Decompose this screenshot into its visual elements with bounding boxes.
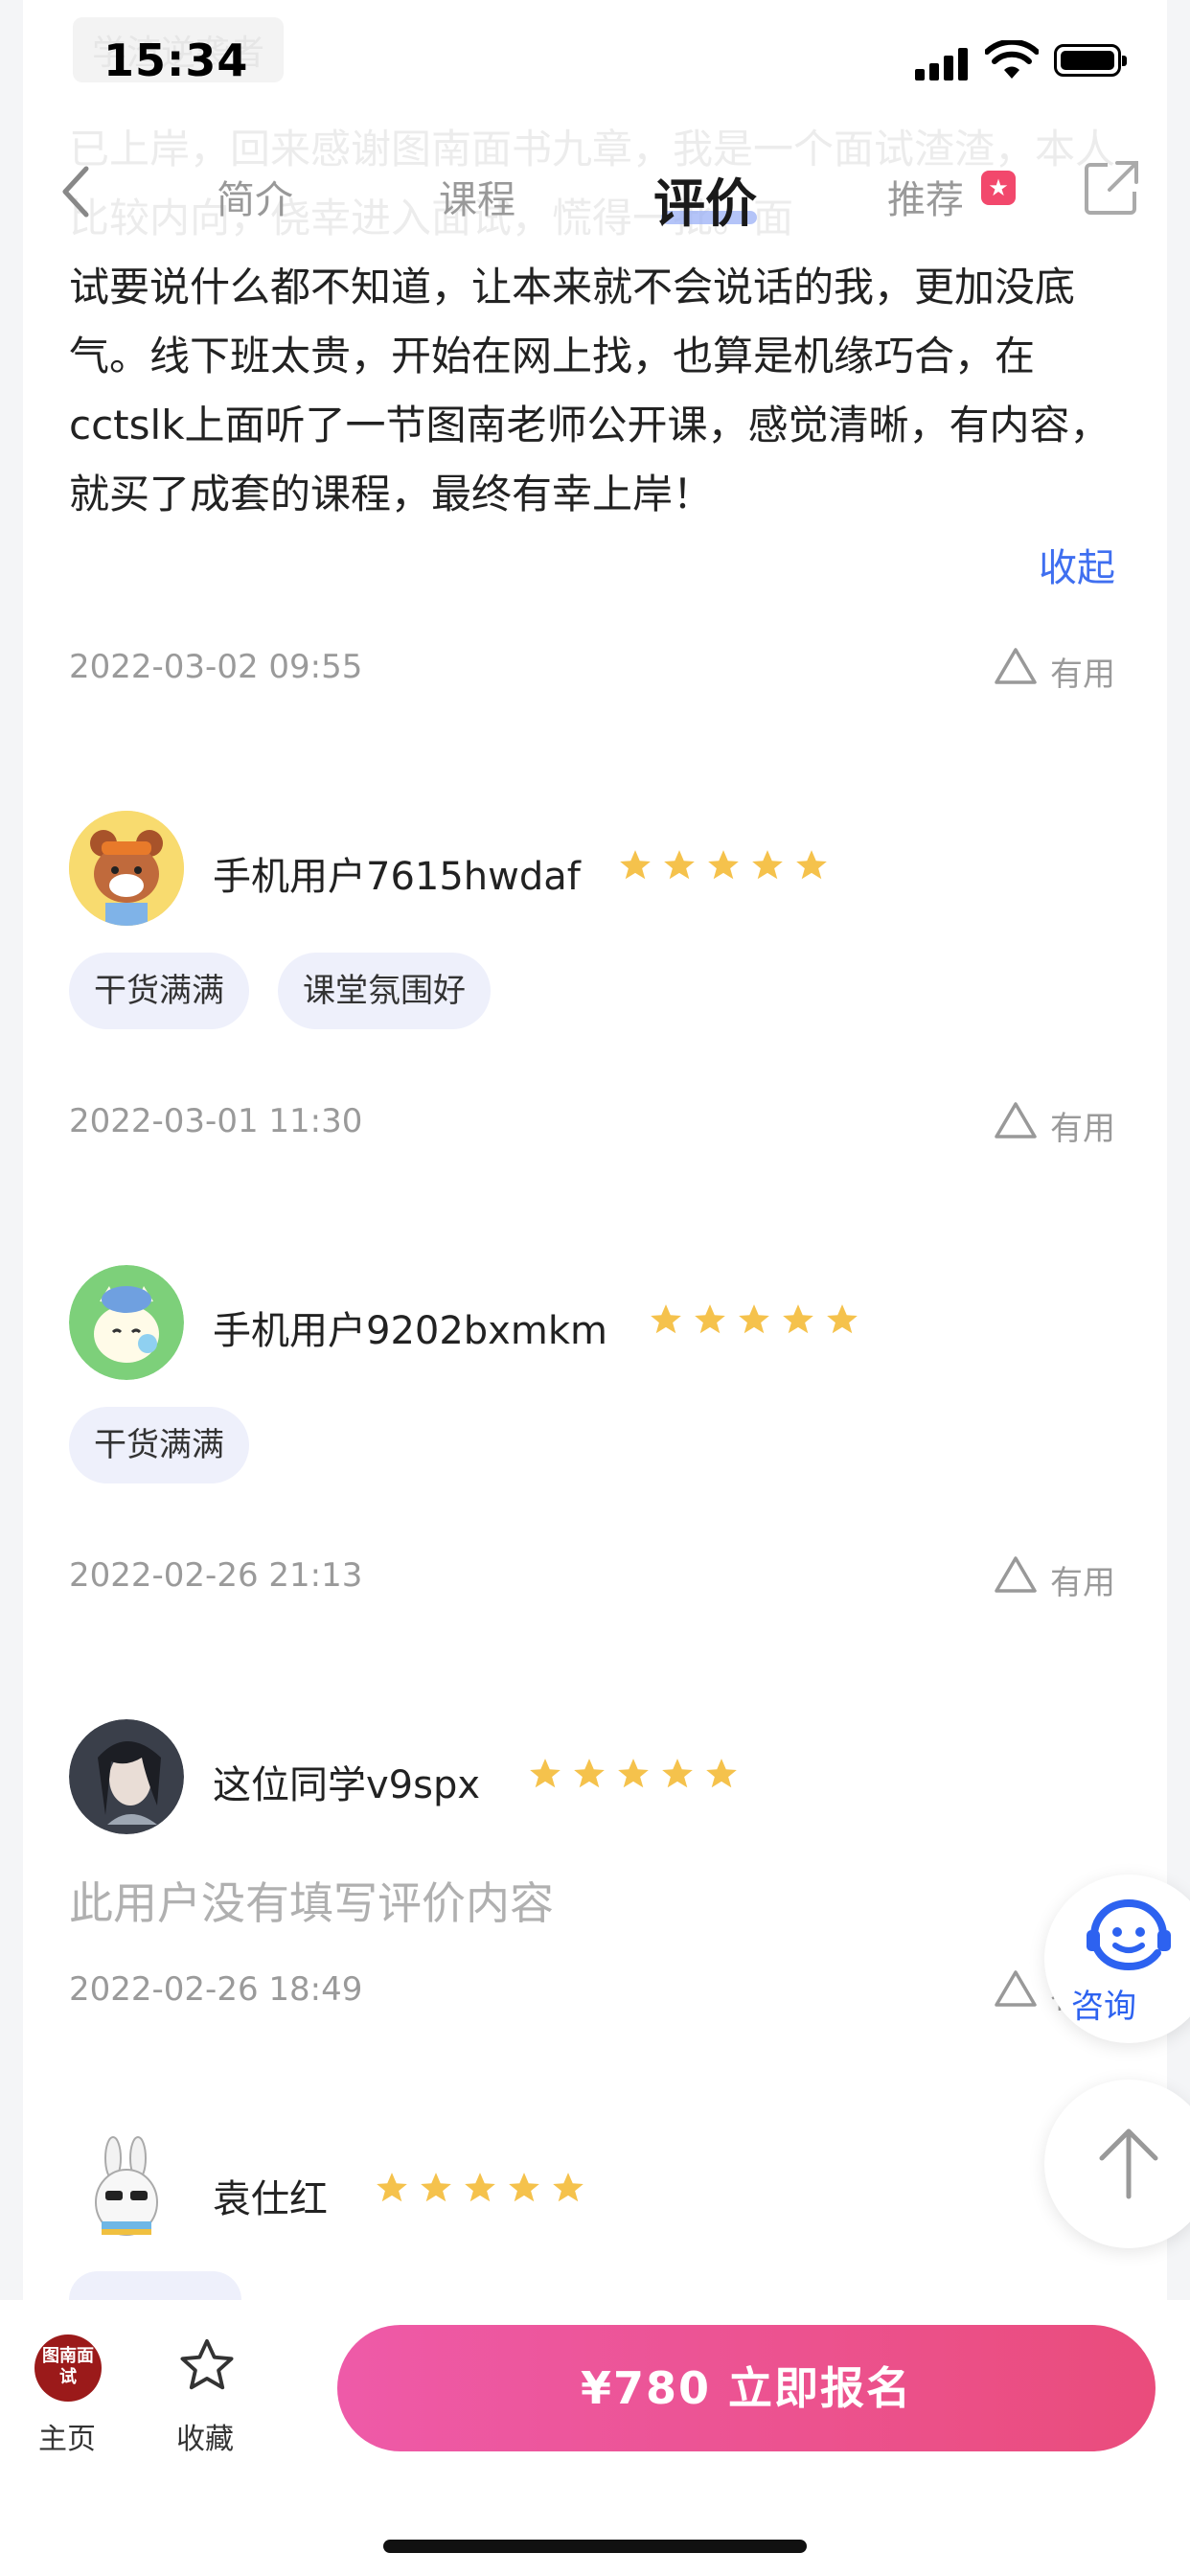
- wifi-icon: [985, 40, 1039, 79]
- back-to-top-button[interactable]: [1044, 2080, 1190, 2248]
- useful-label: 有用: [1050, 656, 1115, 694]
- star-icon: [706, 1759, 737, 1788]
- star-outline-icon[interactable]: [174, 2334, 240, 2398]
- star-icon: [796, 850, 827, 880]
- bottom-bar: 图南面试 主页 收藏 ¥780 立即报名: [0, 2300, 1190, 2576]
- star-icon: [662, 1759, 693, 1788]
- collapse-link[interactable]: 收起: [1039, 537, 1115, 592]
- consult-button[interactable]: 咨询: [1044, 1874, 1190, 2043]
- review-tag: 干货满满: [69, 953, 249, 1029]
- rating-stars: [527, 1756, 740, 1792]
- rating-stars: [617, 847, 830, 884]
- enroll-button[interactable]: ¥780 立即报名: [337, 2325, 1156, 2451]
- star-icon: [651, 1304, 681, 1334]
- review-date: 2022-02-26 21:13: [69, 1556, 363, 1595]
- left-gutter: [0, 0, 23, 2300]
- star-icon: [739, 1304, 769, 1334]
- star-icon: [664, 850, 695, 880]
- avatar: [69, 811, 184, 926]
- star-icon: [708, 850, 739, 880]
- back-arrow-icon[interactable]: [56, 163, 94, 220]
- useful-label: 有用: [1050, 1110, 1115, 1148]
- useful-label: 有用: [1050, 1564, 1115, 1602]
- home-label[interactable]: 主页: [38, 2415, 96, 2457]
- tab-recommend[interactable]: 推荐: [887, 169, 964, 224]
- rating-stars: [648, 1301, 860, 1338]
- star-icon: [618, 1759, 649, 1788]
- review-tag: 干货满满: [69, 1407, 249, 1484]
- star-icon: [752, 850, 783, 880]
- rating-stars: [374, 2170, 586, 2206]
- star-icon: [553, 2173, 584, 2202]
- star-icon: [509, 2173, 539, 2202]
- star-icon: [695, 1304, 725, 1334]
- useful-triangle-icon: [995, 648, 1037, 684]
- signal-icon: [915, 48, 969, 80]
- star-icon: [421, 2173, 451, 2202]
- tab-intro[interactable]: 简介: [217, 169, 293, 224]
- battery-icon: [1054, 44, 1127, 77]
- useful-triangle-icon: [995, 1102, 1037, 1138]
- home-indicator: [383, 2540, 807, 2553]
- avatar: [69, 1719, 184, 1834]
- useful-triangle-icon: [995, 1556, 1037, 1593]
- status-time: 15:34: [103, 34, 249, 86]
- portrait-avatar-icon: [69, 1719, 184, 1834]
- empty-review-text: 此用户没有填写评价内容: [69, 1877, 554, 1929]
- status-bar: 15:34: [0, 0, 1190, 115]
- star-icon: [530, 1759, 561, 1788]
- review-date: 2022-03-01 11:30: [69, 1102, 363, 1140]
- reviewer-name: 手机用户9202bxmkm: [213, 1309, 607, 1353]
- tab-reviews[interactable]: 评价: [653, 161, 757, 237]
- partial-tag: [69, 2271, 241, 2300]
- useful-triangle-icon: [995, 1970, 1037, 2007]
- avatar: [69, 1265, 184, 1380]
- rabbit-avatar-icon: [95, 2136, 158, 2236]
- star-icon: [827, 1304, 858, 1334]
- bear-avatar-icon: [69, 811, 184, 926]
- review-date: 2022-02-26 18:49: [69, 1970, 363, 2009]
- home-logo-icon[interactable]: 图南面试: [34, 2334, 102, 2402]
- review-content: 试要说什么都不知道，让本来就不会说话的我，更加没底气。线下班太贵，开始在网上找，…: [69, 264, 1110, 518]
- star-icon: [783, 1304, 813, 1334]
- avatar: [69, 2133, 184, 2248]
- star-icon: [377, 2173, 407, 2202]
- favorite-label[interactable]: 收藏: [176, 2415, 234, 2457]
- cat-avatar-icon: [69, 1265, 184, 1380]
- customer-service-icon: [1087, 1899, 1171, 1971]
- arrow-up-icon: [1099, 2128, 1158, 2199]
- star-icon: [465, 2173, 495, 2202]
- consult-label: 咨询: [1071, 1988, 1136, 2026]
- reviewer-name: 袁仕红: [213, 2177, 328, 2221]
- tab-courses[interactable]: 课程: [439, 169, 515, 224]
- star-icon: [620, 850, 651, 880]
- star-icon: [574, 1759, 605, 1788]
- review-date: 2022-03-02 09:55: [69, 648, 363, 686]
- share-icon[interactable]: [1083, 159, 1140, 217]
- recommend-badge-icon: ★: [981, 171, 1016, 205]
- reviewer-name: 手机用户7615hwdaf: [213, 855, 581, 899]
- reviewer-name: 这位同学v9spx: [213, 1763, 481, 1807]
- review-tag: 课堂氛围好: [278, 953, 491, 1029]
